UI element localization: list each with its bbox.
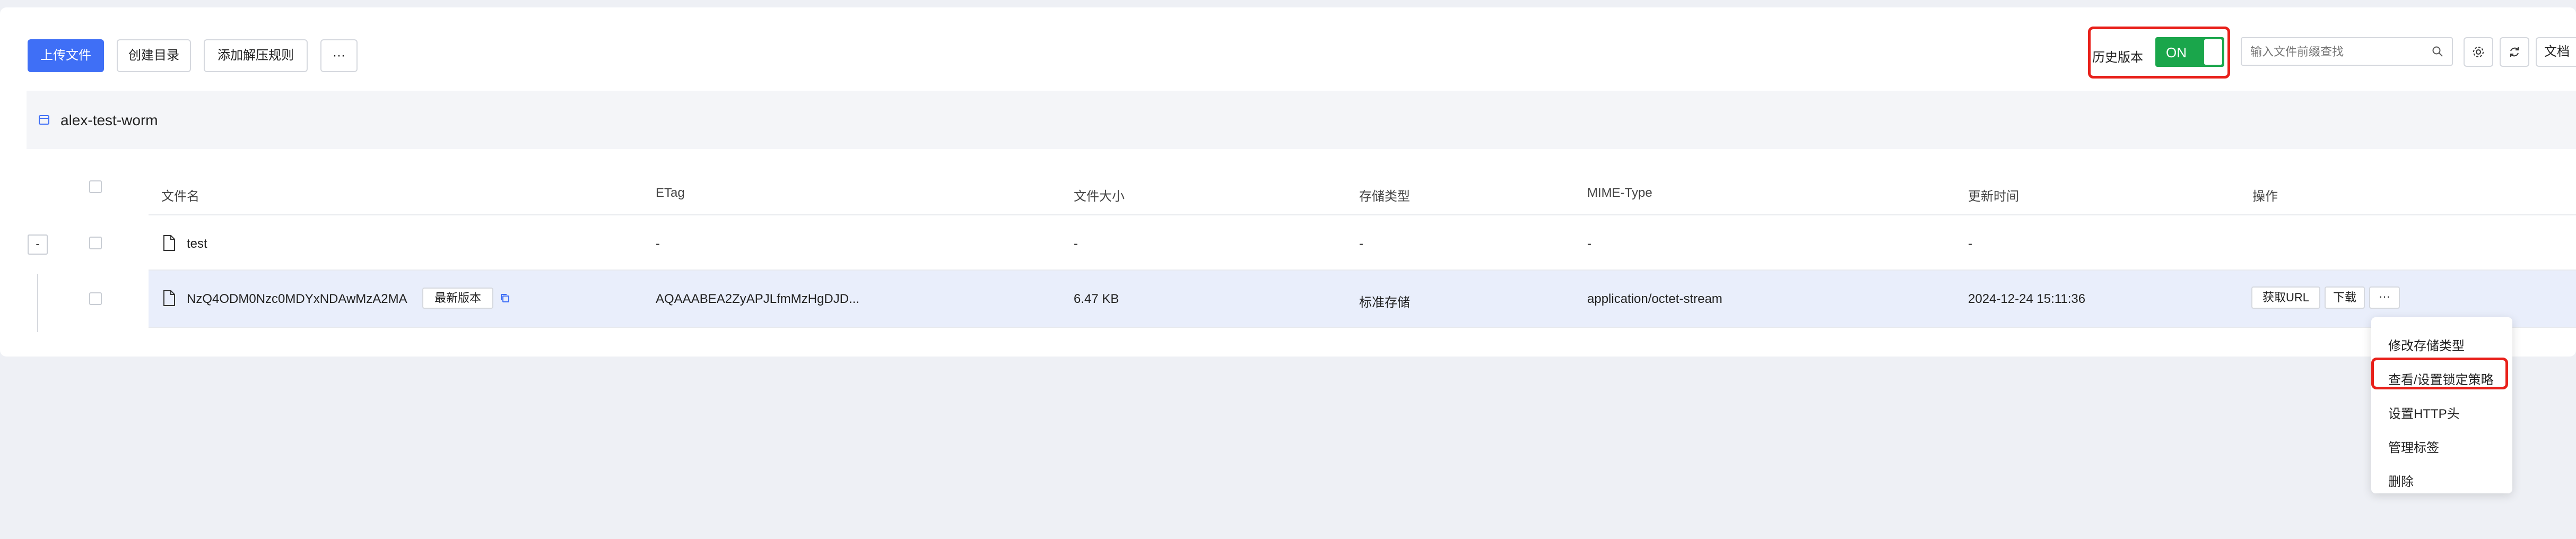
doc-button[interactable]: 文档 bbox=[2536, 37, 2576, 67]
download-button[interactable]: 下载 bbox=[2325, 286, 2365, 309]
more-actions-button[interactable]: ··· bbox=[320, 39, 358, 72]
updated-time-value: 2024-12-24 15:11:36 bbox=[1968, 292, 2086, 306]
column-header-size: 文件大小 bbox=[1074, 189, 1125, 204]
main-panel: 上传文件 创建目录 添加解压规则 ··· 历史版本 ON 文档 bbox=[0, 7, 2576, 357]
updated-time-value: - bbox=[1968, 237, 1972, 251]
refresh-icon bbox=[2510, 47, 2519, 57]
table-row-selected[interactable]: NzQ4ODM0Nzc0MDYxNDAwMzA2MA 最新版本 AQAAABEA… bbox=[149, 271, 2576, 327]
search-icon[interactable] bbox=[2432, 46, 2443, 57]
menu-item-set-http-headers[interactable]: 设置HTTP头 bbox=[2388, 403, 2460, 422]
menu-item-delete[interactable]: 删除 bbox=[2388, 471, 2414, 490]
highlight-lock-policy bbox=[2371, 358, 2508, 389]
bucket-path-bar: alex-test-worm bbox=[27, 91, 2576, 149]
file-name[interactable]: test bbox=[187, 237, 207, 251]
tree-connector-line bbox=[37, 274, 38, 332]
refresh-button[interactable] bbox=[2500, 37, 2529, 67]
search-input[interactable] bbox=[2249, 44, 2421, 60]
copy-icon[interactable] bbox=[500, 293, 510, 303]
row-divider bbox=[149, 327, 2576, 328]
get-url-button[interactable]: 获取URL bbox=[2251, 286, 2320, 309]
storage-type-value: - bbox=[1359, 237, 1363, 251]
column-header-storage-type: 存储类型 bbox=[1359, 189, 1410, 204]
latest-version-badge: 最新版本 bbox=[422, 288, 493, 309]
column-header-etag: ETag bbox=[656, 186, 685, 200]
etag-value: - bbox=[656, 237, 660, 251]
storage-type-value: 标准存储 bbox=[1359, 295, 1410, 310]
expand-toggle[interactable]: - bbox=[28, 234, 48, 255]
column-header-actions: 操作 bbox=[2252, 189, 2278, 204]
add-unzip-rule-button[interactable]: 添加解压规则 bbox=[204, 39, 308, 72]
size-value: - bbox=[1074, 237, 1078, 251]
row-actions-dropdown: 修改存储类型 查看/设置锁定策略 设置HTTP头 管理标签 删除 bbox=[2371, 317, 2512, 493]
file-name[interactable]: NzQ4ODM0Nzc0MDYxNDAwMzA2MA bbox=[187, 292, 407, 307]
upload-file-button[interactable]: 上传文件 bbox=[28, 39, 104, 72]
mime-type-value: application/octet-stream bbox=[1587, 292, 1722, 306]
bucket-icon bbox=[39, 115, 49, 125]
gear-icon bbox=[2473, 47, 2484, 57]
settings-button[interactable] bbox=[2464, 37, 2493, 67]
mime-type-value: - bbox=[1587, 237, 1591, 251]
highlight-history-toggle bbox=[2088, 27, 2230, 79]
column-header-mime-type: MIME-Type bbox=[1587, 186, 1652, 200]
bucket-name[interactable]: alex-test-worm bbox=[60, 112, 158, 129]
create-directory-button[interactable]: 创建目录 bbox=[117, 39, 191, 72]
column-header-filename: 文件名 bbox=[161, 189, 199, 204]
etag-value: AQAAABEA2ZyAPJLfmMzHgDJD... bbox=[656, 292, 860, 306]
row-checkbox[interactable] bbox=[89, 292, 102, 305]
size-value: 6.47 KB bbox=[1074, 292, 1119, 306]
header-divider bbox=[149, 214, 2576, 215]
file-icon bbox=[163, 235, 175, 251]
row-more-button[interactable]: ··· bbox=[2369, 286, 2400, 309]
file-icon bbox=[163, 290, 175, 306]
column-header-updated: 更新时间 bbox=[1968, 189, 2019, 204]
search-box[interactable] bbox=[2241, 37, 2453, 66]
menu-item-manage-tags[interactable]: 管理标签 bbox=[2388, 437, 2439, 456]
menu-item-change-storage-type[interactable]: 修改存储类型 bbox=[2388, 335, 2465, 354]
row-checkbox[interactable] bbox=[89, 237, 102, 249]
select-all-checkbox[interactable] bbox=[89, 180, 102, 193]
